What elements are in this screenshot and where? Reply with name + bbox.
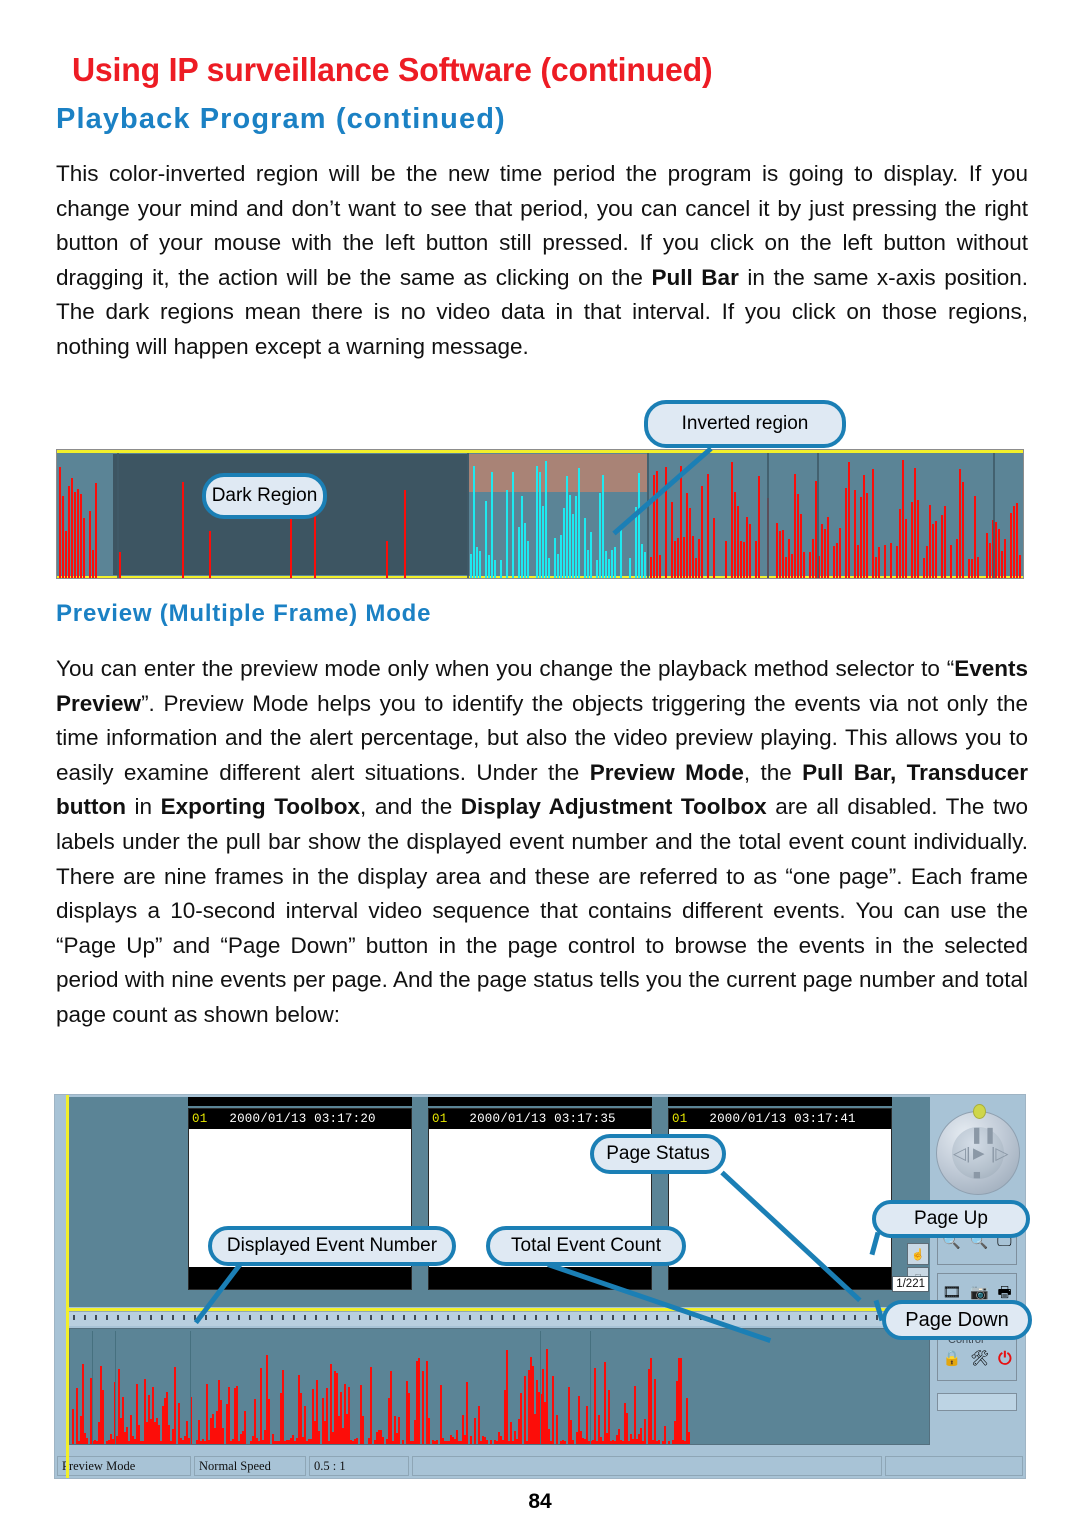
document-page: Using IP surveillance Software (continue… (0, 0, 1080, 1529)
status-blank-2 (885, 1456, 1023, 1476)
frame-1-channel: 01 (192, 1112, 208, 1126)
p2-preview-mode-term: Preview Mode (589, 759, 744, 785)
p2-part-g: in (125, 794, 161, 820)
callout-displayed-event-number: Displayed Event Number (208, 1226, 456, 1266)
pause-icon[interactable]: ❚❚ (970, 1128, 997, 1144)
callout-dark-region: Dark Region (202, 473, 327, 519)
section-heading: Preview (Multiple Frame) Mode (56, 600, 432, 627)
stop-icon[interactable]: ■ (973, 1168, 981, 1181)
screenshot-mid-accent (66, 1308, 931, 1311)
callout-total-event-count: Total Event Count (486, 1226, 686, 1266)
callout-page-status: Page Status (590, 1134, 726, 1174)
play-icon[interactable]: ▶ (973, 1146, 985, 1161)
page-subtitle: Playback Program (continued) (56, 103, 506, 135)
callout-total-event-count-label: Total Event Count (511, 1235, 661, 1256)
transport-jog-dial[interactable]: ❚❚ ◁| ▶ |▷ ■ (936, 1104, 1020, 1195)
frame-strip-top-2 (428, 1097, 652, 1106)
p2-part-a: You can enter the preview mode only when… (56, 656, 955, 681)
frame-3-channel: 01 (672, 1112, 688, 1126)
p2-part-i: , and the (360, 794, 461, 820)
callout-page-up: Page Up (872, 1200, 1030, 1238)
settings-icon[interactable]: 🛠 (970, 1351, 989, 1366)
film-clip-icon[interactable]: 🎞 (942, 1285, 961, 1300)
frame-strip-top-1 (188, 1097, 412, 1106)
display-area: 01 2000/01/13 03:17:20 01 2000/01/13 03:17… (69, 1097, 930, 1307)
page-title: Using IP surveillance Software (continue… (72, 51, 713, 88)
status-ratio: 0.5 : 1 (309, 1456, 409, 1476)
status-blank-1 (412, 1456, 882, 1476)
frame-2-timestamp-bar: 01 2000/01/13 03:17:35 (429, 1109, 651, 1129)
status-speed: Normal Speed (194, 1456, 306, 1476)
paragraph-1: This color-inverted region will be the n… (56, 157, 1028, 365)
p2-part-k: are all disabled. The two labels under t… (56, 794, 1029, 1027)
activity-graph[interactable] (69, 1328, 930, 1445)
frame-2-timestamp: 2000/01/13 03:17:35 (469, 1112, 616, 1126)
pull-bar-bars (57, 450, 1023, 578)
control-panel-spacer (937, 1393, 1017, 1411)
callout-page-down-label: Page Down (905, 1308, 1009, 1331)
next-icon[interactable]: |▷ (991, 1145, 1009, 1162)
frame-strip-top-3 (668, 1097, 892, 1106)
p2-part-e: , the (743, 759, 803, 785)
page-up-button[interactable]: ☝ (907, 1243, 929, 1265)
hand-up-icon: ☝ (911, 1248, 925, 1261)
p2-display-adjustment-term: Display Adjustment Toolbox (460, 794, 767, 820)
status-bar: Preview Mode Normal Speed 0.5 : 1 (57, 1456, 1023, 1476)
figure-preview-mode-screenshot: 01 2000/01/13 03:17:20 01 2000/01/13 03:17… (54, 1094, 1026, 1479)
frame-1-timestamp: 2000/01/13 03:17:20 (229, 1112, 376, 1126)
power-led-icon (973, 1104, 986, 1119)
frame-1-timestamp-bar: 01 2000/01/13 03:17:20 (189, 1109, 411, 1129)
page-status-readout: 1/221 (892, 1276, 929, 1292)
callout-page-up-label: Page Up (914, 1208, 988, 1229)
frame-3-timestamp: 2000/01/13 03:17:41 (709, 1112, 856, 1126)
callout-inverted-region-label: Inverted region (681, 413, 809, 434)
activity-graph-bars (70, 1329, 929, 1444)
camera-icon[interactable]: 📷 (970, 1285, 989, 1300)
screenshot-left-accent (66, 1095, 69, 1478)
callout-page-status-label: Page Status (606, 1143, 710, 1164)
callout-dark-region-label: Dark Region (211, 485, 318, 506)
p2-exporting-toolbox-term: Exporting Toolbox (160, 794, 361, 820)
frame-3-timestamp-bar: 01 2000/01/13 03:17:41 (669, 1109, 891, 1129)
pull-bar-canvas (56, 449, 1024, 579)
callout-inverted-region: Inverted region (644, 400, 846, 448)
status-mode: Preview Mode (57, 1456, 191, 1476)
figure-pull-bar (56, 449, 1024, 579)
printer-icon[interactable]: 🖶 (997, 1285, 1011, 1300)
p1-pull-bar-term: Pull Bar (651, 264, 739, 290)
page-number: 84 (528, 1490, 552, 1513)
frame-2-channel: 01 (432, 1112, 448, 1126)
previous-icon[interactable]: ◁| (953, 1145, 971, 1162)
lock-icon[interactable]: 🔒 (942, 1351, 961, 1366)
frame-3-footer (669, 1267, 891, 1289)
callout-displayed-event-number-label: Displayed Event Number (226, 1235, 438, 1256)
paragraph-2: You can enter the preview mode only when… (56, 652, 1028, 1033)
control-panel: ❚❚ ◁| ▶ |▷ ■ Display Adjustment 🔍 🔍 🖵 🎞 … (931, 1097, 1023, 1454)
callout-page-down: Page Down (882, 1300, 1032, 1340)
power-icon[interactable]: ⏻ (998, 1350, 1011, 1367)
